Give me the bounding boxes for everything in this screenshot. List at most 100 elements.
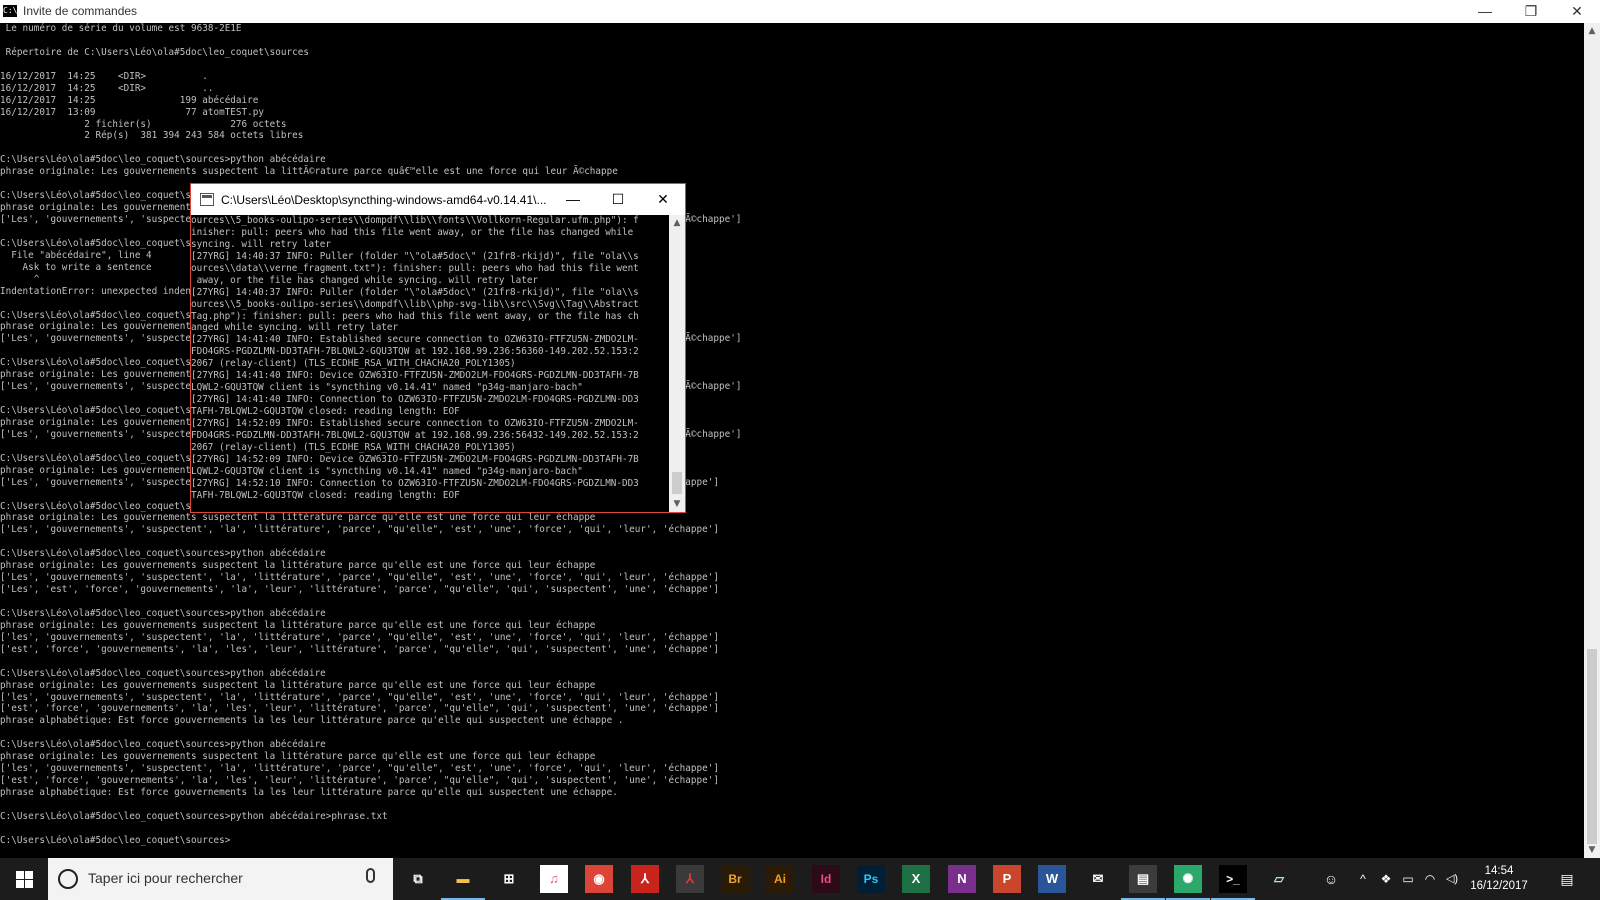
scrollbar-thumb[interactable] xyxy=(1587,649,1597,844)
console-line: C:\Users\Léo\ola#5doc\leo_coquet\sources… xyxy=(0,834,231,846)
excel-icon[interactable]: X xyxy=(902,865,930,893)
onenote-icon[interactable]: N xyxy=(948,865,976,893)
bridge-icon[interactable]: Br xyxy=(721,865,749,893)
popup-console-line: [27YRG] 14:52:09 INFO: Established secur… xyxy=(191,417,639,429)
powerpoint-icon[interactable]: P xyxy=(993,865,1021,893)
search-box[interactable]: Taper ici pour rechercher xyxy=(48,858,393,900)
store-icon[interactable]: ⊞ xyxy=(495,865,523,893)
indesign-icon[interactable]: Id xyxy=(812,865,840,893)
chrome-icon[interactable]: ◉ xyxy=(585,865,613,893)
console-line: 16/12/2017 14:25 <DIR> .. xyxy=(0,82,214,94)
popup-scrollbar[interactable]: ▲ ▼ xyxy=(669,215,685,512)
console-line: ['Les', 'gouvernements', 'suspectent', '… xyxy=(0,524,719,536)
cortana-icon xyxy=(58,869,78,889)
dropbox-icon[interactable]: ❖ xyxy=(1378,858,1394,900)
console-line: phrase originale: Les gouvernements susp… xyxy=(0,512,596,524)
console-line: phrase originale: Les gouvernements susp… xyxy=(0,751,596,763)
popup-console-line: away, or the file has changed while sync… xyxy=(191,274,539,286)
scroll-up-icon[interactable]: ▲ xyxy=(1584,23,1600,39)
console-line: ['les', 'gouvernements', 'suspectent', '… xyxy=(0,631,719,643)
popup-console-line: LQWL2-GQU3TQW client is "syncthing v0.14… xyxy=(191,465,583,477)
popup-console-line: [27YRG] 14:52:09 INFO: Device OZW63IO-FT… xyxy=(191,453,639,465)
popup-close-button[interactable]: ✕ xyxy=(641,184,685,215)
popup-console-line: [27YRG] 14:41:40 INFO: Established secur… xyxy=(191,334,639,346)
syncthing-icon[interactable]: ✺ xyxy=(1174,865,1202,893)
console-line: C:\Users\Léo\ola#5doc\leo_coquet\sources… xyxy=(0,548,326,560)
console-line: phrase alphabétique: Est force gouvernem… xyxy=(0,715,624,727)
windows-logo-pane xyxy=(16,880,24,888)
illustrator-icon[interactable]: Ai xyxy=(766,865,794,893)
console-line: 2 fichier(s) 276 octets xyxy=(0,118,287,130)
popup-scroll-up-icon[interactable]: ▲ xyxy=(669,215,685,231)
console-line: 16/12/2017 14:25 199 abécédaire xyxy=(0,94,259,106)
popup-minimize-button[interactable]: — xyxy=(551,184,595,215)
close-button[interactable]: ✕ xyxy=(1554,0,1600,23)
cmd-app-icon: C:\ xyxy=(3,5,18,17)
people-icon[interactable]: ☺ xyxy=(1318,858,1344,900)
mail-icon[interactable]: ✉ xyxy=(1084,865,1112,893)
minimize-button[interactable]: — xyxy=(1462,0,1508,23)
popup-title: C:\Users\Léo\Desktop\syncthing-windows-a… xyxy=(221,193,547,207)
adobe-reader-icon[interactable]: ⅄ xyxy=(631,865,659,893)
scroll-down-icon[interactable]: ▼ xyxy=(1584,842,1600,858)
console-line: ['les', 'gouvernements', 'suspectent', '… xyxy=(0,691,719,703)
console-window-icon xyxy=(200,193,214,206)
console-line: ['est', 'force', 'gouvernements', 'la', … xyxy=(0,775,719,787)
battery-icon[interactable]: ▭ xyxy=(1400,858,1416,900)
popup-console-line: 2067 (relay-client) (TLS_ECDHE_RSA_WITH_… xyxy=(191,358,516,370)
console-line: ['est', 'force', 'gouvernements', 'la', … xyxy=(0,703,719,715)
windows-logo-pane xyxy=(25,871,33,879)
console-line: 16/12/2017 13:09 77 atomTEST.py xyxy=(0,106,265,118)
notes-icon[interactable]: ▱ xyxy=(1265,865,1293,893)
console-line: C:\Users\Léo\ola#5doc\leo_coquet\sources… xyxy=(0,154,326,166)
notepad-icon[interactable]: ▤ xyxy=(1129,865,1157,893)
popup-scrollbar-thumb[interactable] xyxy=(672,472,682,494)
photoshop-icon[interactable]: Ps xyxy=(857,865,885,893)
popup-console-line: anged while syncing. will retry later xyxy=(191,322,399,334)
windows-logo-icon xyxy=(16,871,24,879)
popup-console-output[interactable]: ources\\5_books-oulipo-series\\dompdf\\l… xyxy=(191,215,669,512)
console-line: ['les', 'gouvernements', 'suspectent', '… xyxy=(0,763,719,775)
acrobat-icon[interactable]: ⅄ xyxy=(676,865,704,893)
popup-console-line: TAFH-7BLQWL2-GQU3TQW closed: reading len… xyxy=(191,406,460,417)
popup-console-line: LQWL2-GQU3TQW client is "syncthing v0.14… xyxy=(191,382,583,394)
popup-console-line: [27YRG] 14:40:37 INFO: Puller (folder "\… xyxy=(191,250,639,262)
window-titlebar[interactable]: C:\ Invite de commandes — ❐ ✕ xyxy=(0,0,1600,23)
console-scrollbar[interactable]: ▲ ▼ xyxy=(1584,23,1600,858)
volume-icon[interactable]: ◁) xyxy=(1442,858,1462,900)
console-line: C:\Users\Léo\ola#5doc\leo_coquet\sources… xyxy=(0,607,326,619)
console-line: phrase originale: Les gouvernements susp… xyxy=(0,679,596,691)
syncthing-console-window[interactable]: C:\Users\Léo\Desktop\syncthing-windows-a… xyxy=(190,183,686,513)
wifi-icon[interactable]: ◠ xyxy=(1422,858,1438,900)
notifications-icon[interactable]: ▤ xyxy=(1554,858,1580,900)
popup-console-line: [27YRG] 14:41:40 INFO: Device OZW63IO-FT… xyxy=(191,370,639,382)
console-line: phrase originale: Les gouvernements susp… xyxy=(0,166,618,178)
clock[interactable]: 14:54 16/12/2017 xyxy=(1465,864,1533,894)
popup-console-line: syncing. will retry later xyxy=(191,238,331,250)
console-line: C:\Users\Léo\ola#5doc\leo_coquet\sources… xyxy=(0,667,326,679)
popup-titlebar[interactable]: C:\Users\Léo\Desktop\syncthing-windows-a… xyxy=(191,184,685,215)
window-title: Invite de commandes xyxy=(23,4,138,18)
popup-console-line: [27YRG] 14:52:10 INFO: Connection to OZW… xyxy=(191,477,639,489)
file-explorer-icon[interactable]: ▬ xyxy=(449,865,477,893)
task-view-icon[interactable]: ⧉ xyxy=(404,865,432,893)
popup-scroll-down-icon[interactable]: ▼ xyxy=(669,496,685,512)
show-hidden-icons-icon[interactable]: ^ xyxy=(1356,858,1370,900)
itunes-icon[interactable]: ♫ xyxy=(540,865,568,893)
microphone-icon[interactable] xyxy=(366,868,375,883)
command-prompt-icon[interactable]: >_ xyxy=(1219,865,1247,893)
popup-maximize-button[interactable]: ☐ xyxy=(596,184,640,215)
popup-console-line: FDO4GRS-PGDZLMN-DD3TAFH-7BLQWL2-GQU3TQW … xyxy=(191,346,639,358)
popup-console-line: TAFH-7BLQWL2-GQU3TQW closed: reading len… xyxy=(191,489,460,501)
restore-button[interactable]: ❐ xyxy=(1508,0,1554,23)
console-line: C:\Users\Léo\ola#5doc\leo_coquet\sources… xyxy=(0,739,326,751)
word-icon[interactable]: W xyxy=(1038,865,1066,893)
start-button[interactable] xyxy=(0,858,48,900)
